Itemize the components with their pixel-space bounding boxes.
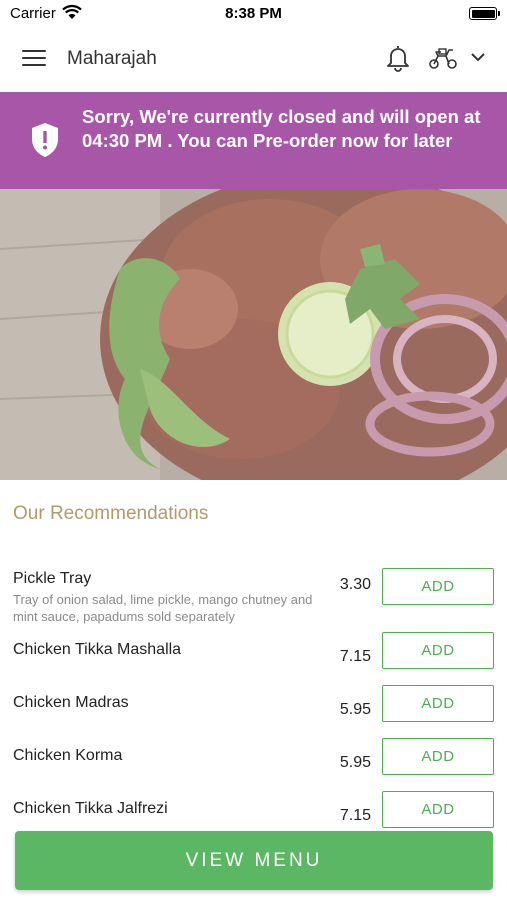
recommendations-title: Our Recommendations bbox=[13, 503, 209, 524]
add-button[interactable]: ADD bbox=[382, 568, 494, 605]
add-button[interactable]: ADD bbox=[382, 685, 494, 722]
add-button[interactable]: ADD bbox=[382, 632, 494, 669]
item-price: 5.95 bbox=[339, 701, 371, 718]
shield-icon bbox=[32, 123, 58, 157]
hero-image bbox=[0, 189, 507, 480]
item-description: Tray of onion salad, lime pickle, mango … bbox=[13, 592, 313, 624]
banner-message: Sorry, We're currently closed and will o… bbox=[82, 106, 481, 151]
closed-banner: Sorry, We're currently closed and will o… bbox=[0, 92, 507, 189]
food-photo bbox=[0, 189, 507, 480]
item-name: Chicken Tikka Mashalla bbox=[13, 641, 182, 658]
chevron-down-icon[interactable] bbox=[469, 50, 487, 64]
restaurant-title: Maharajah bbox=[67, 48, 157, 69]
item-price: 5.95 bbox=[339, 754, 371, 771]
status-bar: Carrier 8:38 PM bbox=[0, 0, 507, 28]
item-price: 7.15 bbox=[339, 648, 371, 665]
item-name: Chicken Tikka Jalfrezi bbox=[13, 800, 168, 817]
item-name: Chicken Korma bbox=[13, 747, 123, 764]
item-price: 3.30 bbox=[339, 576, 371, 593]
bell-icon[interactable] bbox=[385, 44, 411, 72]
battery-icon bbox=[469, 7, 500, 20]
add-button[interactable]: ADD bbox=[382, 791, 494, 828]
view-menu-button[interactable]: VIEW MENU bbox=[15, 831, 493, 890]
item-price: 7.15 bbox=[339, 807, 371, 824]
scooter-icon[interactable] bbox=[427, 46, 459, 70]
item-name: Chicken Madras bbox=[13, 694, 129, 711]
app-header: Maharajah bbox=[0, 28, 507, 92]
item-name: Pickle Tray bbox=[13, 570, 92, 587]
menu-icon[interactable] bbox=[22, 50, 46, 68]
status-time: 8:38 PM bbox=[225, 5, 282, 22]
add-button[interactable]: ADD bbox=[382, 738, 494, 775]
